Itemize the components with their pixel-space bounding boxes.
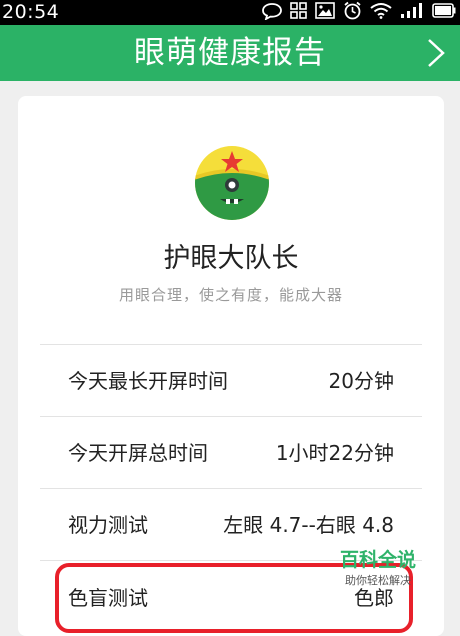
avatar <box>194 145 270 221</box>
profile-motto: 用眼合理，使之有度，能成大器 <box>118 286 343 304</box>
grid-apps-icon <box>290 2 307 23</box>
watermark-logo: 百科全说 助你轻松解决 <box>333 548 423 588</box>
profile-name: 护眼大队长 <box>163 243 299 274</box>
stat-label: 今天开屏总时间 <box>68 441 208 465</box>
battery-icon <box>432 3 456 22</box>
status-icons <box>262 1 456 24</box>
stat-label: 视力测试 <box>68 513 148 537</box>
gallery-icon <box>315 2 335 23</box>
wifi-icon <box>370 2 392 23</box>
alarm-clock-icon <box>343 1 362 24</box>
stat-value: 1小时22分钟 <box>275 441 394 465</box>
stat-row-longest-screen-time: 今天最长开屏时间 20分钟 <box>68 345 394 417</box>
stat-label: 今天最长开屏时间 <box>68 369 228 393</box>
stat-row-total-screen-time: 今天开屏总时间 1小时22分钟 <box>68 417 394 489</box>
watermark-subtitle: 助你轻松解决 <box>345 574 411 587</box>
signal-strength-icon <box>400 2 424 23</box>
monster-avatar-icon <box>195 146 269 220</box>
stat-value: 20分钟 <box>328 369 394 393</box>
status-bar: 20:54 <box>0 0 460 25</box>
status-time: 20:54 <box>2 1 60 23</box>
chat-bubble-icon <box>262 2 282 24</box>
app-header: 眼萌健康报告 <box>0 25 460 81</box>
chevron-right-icon[interactable] <box>426 38 446 68</box>
watermark-title: 百科全说 <box>339 549 416 571</box>
page-title: 眼萌健康报告 <box>134 35 326 71</box>
